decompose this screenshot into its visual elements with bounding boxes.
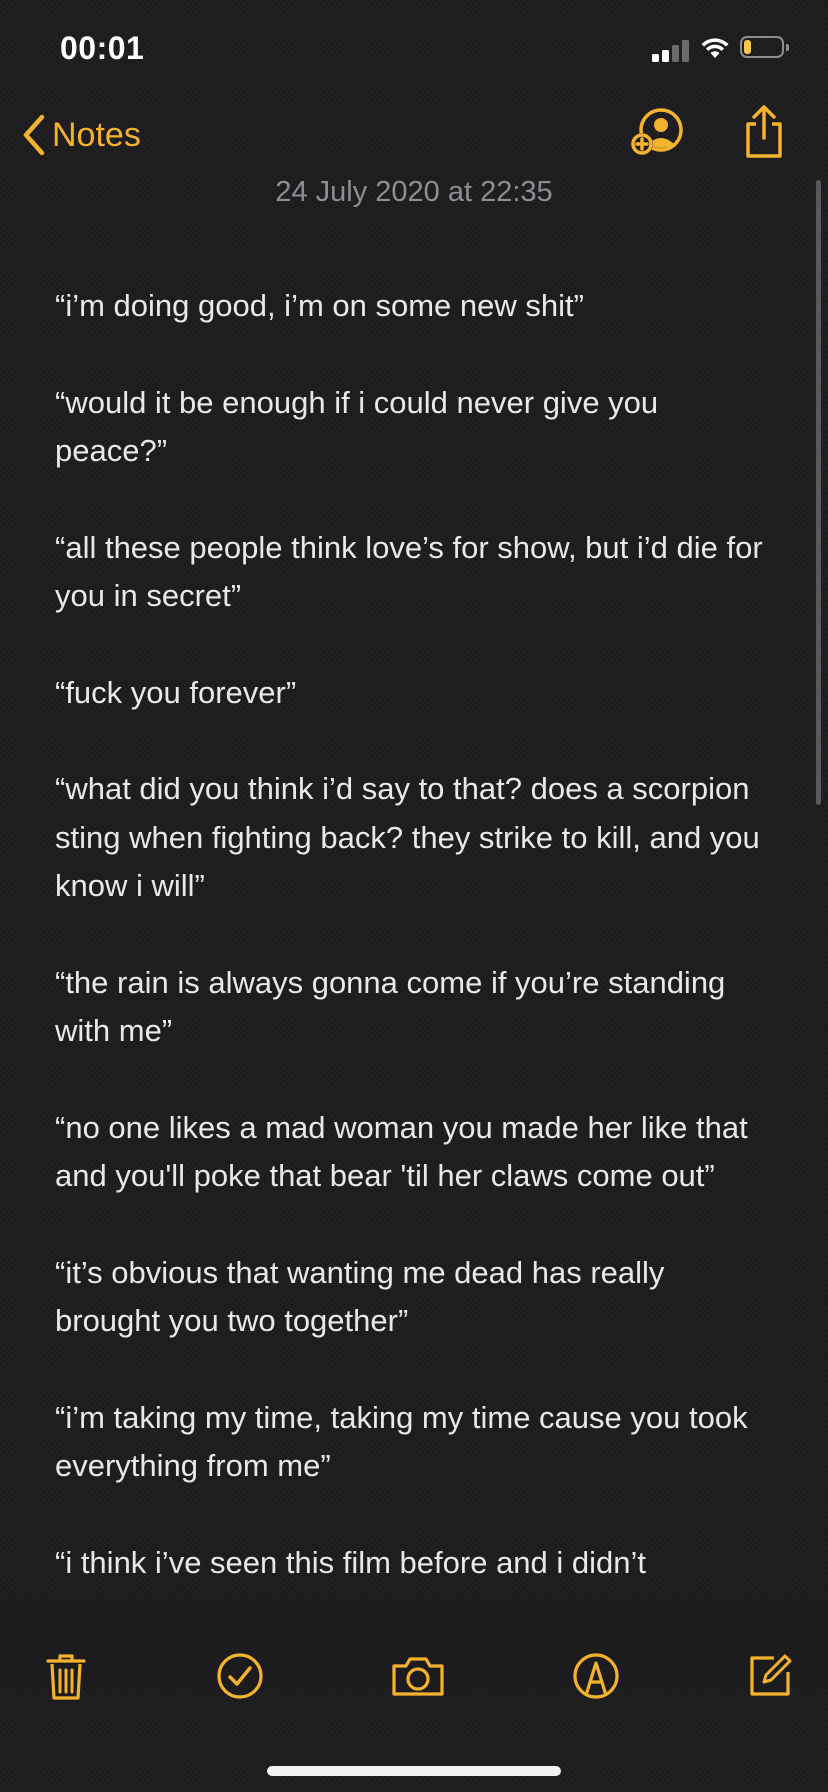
- share-icon: [746, 105, 782, 158]
- camera-icon: [392, 1657, 444, 1696]
- note-line: “what did you think i’d say to that? doe…: [55, 771, 760, 903]
- note-body[interactable]: “i’m doing good, i’m on some new shit” “…: [55, 282, 775, 1622]
- markup-button[interactable]: [572, 1652, 620, 1705]
- status-time: 00:01: [60, 30, 145, 66]
- note-line: “no one likes a mad woman you made her l…: [55, 1109, 748, 1194]
- cellular-signal-icon: [652, 38, 690, 62]
- note-line: “the rain is always gonna come if you’re…: [55, 964, 726, 1049]
- scrollbar[interactable]: [816, 180, 821, 805]
- note-line: “would it be enough if i could never giv…: [55, 384, 659, 469]
- trash-icon: [46, 1654, 86, 1700]
- camera-button[interactable]: [390, 1652, 446, 1705]
- note-line: “it’s obvious that wanting me dead has r…: [55, 1254, 665, 1339]
- wifi-icon: [700, 36, 730, 65]
- bottom-toolbar: [0, 1640, 828, 1720]
- note-line: “i’m taking my time, taking my time caus…: [55, 1399, 748, 1484]
- delete-button[interactable]: [44, 1652, 88, 1707]
- share-button[interactable]: [740, 104, 788, 165]
- checklist-button[interactable]: [216, 1652, 264, 1705]
- battery-icon: [740, 36, 790, 60]
- note-date: 24 July 2020 at 22:35: [275, 176, 553, 208]
- compose-button[interactable]: [746, 1652, 794, 1705]
- chevron-left-icon: [23, 114, 45, 156]
- markup-icon: [573, 1653, 619, 1699]
- home-indicator[interactable]: [267, 1766, 561, 1776]
- checklist-icon: [217, 1653, 263, 1699]
- note-line: “all these people think love’s for show,…: [55, 529, 763, 614]
- status-bar: 00:01: [0, 0, 828, 100]
- note-line: “i’m doing good, i’m on some new shit”: [55, 288, 584, 323]
- add-person-button[interactable]: [628, 106, 686, 165]
- navigation-bar: Notes: [0, 100, 828, 170]
- add-person-icon: [631, 108, 683, 155]
- compose-icon: [750, 1654, 792, 1696]
- note-line: “fuck you forever”: [55, 674, 297, 710]
- back-button[interactable]: Notes: [22, 110, 141, 160]
- back-button-label: Notes: [52, 115, 141, 154]
